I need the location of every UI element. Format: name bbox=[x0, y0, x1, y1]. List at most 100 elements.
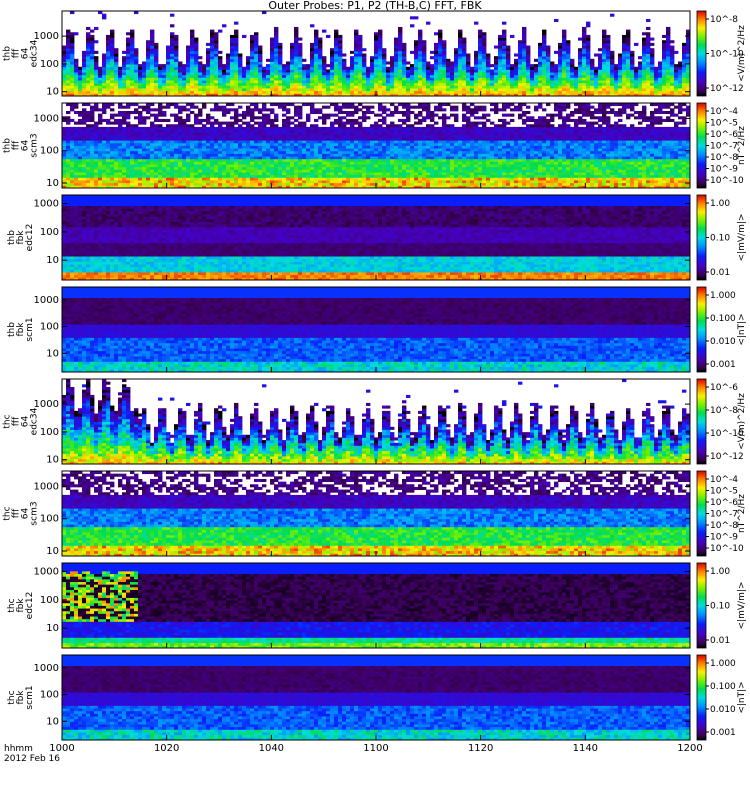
heatmap-cell bbox=[138, 83, 142, 86]
heatmap-cell bbox=[90, 72, 94, 75]
heatmap-cell bbox=[282, 80, 286, 83]
heatmap-cell bbox=[62, 88, 66, 91]
heatmap-cell bbox=[122, 64, 126, 67]
heatmap-cell bbox=[230, 40, 234, 43]
heatmap-cell bbox=[274, 48, 278, 51]
heatmap-cell bbox=[274, 80, 278, 83]
heatmap-cell bbox=[150, 56, 154, 59]
heatmap-cell bbox=[158, 80, 162, 83]
heatmap-cell bbox=[294, 48, 298, 51]
heatmap-cell bbox=[198, 75, 202, 78]
heatmap-cell bbox=[142, 91, 146, 94]
heatmap-cell bbox=[230, 59, 234, 62]
heatmap-cell bbox=[194, 59, 198, 62]
heatmap-cell bbox=[190, 83, 194, 86]
heatmap-cell bbox=[186, 64, 190, 67]
heatmap-cell bbox=[114, 91, 118, 94]
heatmap-cell bbox=[258, 91, 262, 94]
heatmap-cell bbox=[222, 72, 226, 75]
heatmap-cell bbox=[298, 59, 302, 62]
heatmap-cell bbox=[150, 32, 154, 35]
heatmap-cell bbox=[86, 91, 90, 94]
heatmap-cell bbox=[190, 32, 194, 35]
heatmap-cell bbox=[170, 85, 174, 88]
heatmap-cell bbox=[206, 85, 210, 88]
heatmap-cell bbox=[214, 46, 218, 49]
heatmap-cell bbox=[250, 46, 254, 49]
heatmap-cell bbox=[214, 72, 218, 75]
heatmap-cell bbox=[150, 46, 154, 49]
heatmap-cell bbox=[166, 56, 170, 59]
heatmap-cell bbox=[262, 67, 266, 70]
heatmap-cell bbox=[250, 48, 254, 51]
heatmap-cell bbox=[86, 59, 90, 62]
heatmap-cell bbox=[290, 64, 294, 67]
heatmap-cell bbox=[102, 72, 106, 75]
heatmap-cell bbox=[226, 72, 230, 75]
heatmap-cell bbox=[226, 56, 230, 59]
heatmap-cell bbox=[242, 91, 246, 94]
heatmap-cell bbox=[190, 64, 194, 67]
heatmap-cell bbox=[114, 61, 118, 64]
heatmap-cell bbox=[118, 75, 122, 78]
heatmap-cell bbox=[150, 61, 154, 64]
heatmap-cell bbox=[298, 48, 302, 51]
heatmap-cell bbox=[110, 91, 114, 94]
heatmap-cell bbox=[62, 46, 66, 49]
heatmap-cell bbox=[278, 56, 282, 59]
heatmap-cell bbox=[306, 88, 310, 91]
heatmap-cell bbox=[178, 75, 182, 78]
heatmap-cell bbox=[130, 88, 134, 91]
heatmap-cell bbox=[206, 59, 210, 62]
heatmap-cell bbox=[182, 91, 186, 94]
heatmap-cell bbox=[114, 69, 118, 72]
heatmap-cell bbox=[250, 38, 254, 41]
heatmap-cell bbox=[202, 72, 206, 75]
heatmap-cell bbox=[298, 61, 302, 64]
heatmap-cell bbox=[310, 91, 314, 94]
heatmap-cell bbox=[158, 91, 162, 94]
heatmap-cell bbox=[142, 80, 146, 83]
heatmap-cell bbox=[210, 56, 214, 59]
heatmap-cell bbox=[110, 88, 114, 91]
heatmap-cell bbox=[270, 85, 274, 88]
heatmap-cell bbox=[230, 72, 234, 75]
heatmap-cell bbox=[90, 91, 94, 94]
heatmap-cell bbox=[222, 67, 226, 70]
heatmap-cell bbox=[146, 69, 150, 72]
heatmap-cell bbox=[66, 59, 70, 62]
heatmap-cell bbox=[82, 88, 86, 91]
heatmap-cell bbox=[282, 88, 286, 91]
heatmap-cell bbox=[258, 48, 262, 51]
heatmap-cell bbox=[258, 80, 262, 83]
heatmap-cell bbox=[278, 43, 282, 46]
heatmap-cell bbox=[166, 46, 170, 49]
heatmap-cell bbox=[174, 46, 178, 49]
heatmap-cell bbox=[266, 91, 270, 94]
heatmap-cell bbox=[198, 69, 202, 72]
heatmap-cell bbox=[238, 83, 242, 86]
heatmap-cell bbox=[310, 54, 314, 57]
heatmap-cell bbox=[198, 91, 202, 94]
heatmap-cell bbox=[78, 69, 82, 72]
heatmap-cell bbox=[210, 35, 214, 38]
heatmap-cell bbox=[250, 83, 254, 86]
heatmap-cell bbox=[74, 80, 78, 83]
heatmap-cell bbox=[174, 43, 178, 46]
heatmap-cell bbox=[150, 69, 154, 72]
heatmap-cell bbox=[282, 72, 286, 75]
heatmap-cell bbox=[146, 59, 150, 62]
heatmap-cell bbox=[214, 77, 218, 80]
heatmap-cell bbox=[126, 32, 130, 35]
heatmap-cell bbox=[214, 35, 218, 38]
heatmap-cell bbox=[282, 85, 286, 88]
heatmap-cell bbox=[70, 51, 74, 54]
heatmap-cell bbox=[66, 88, 70, 91]
heatmap-cell bbox=[174, 80, 178, 83]
heatmap-cell bbox=[294, 27, 298, 30]
heatmap-cell bbox=[238, 88, 242, 91]
heatmap-cell bbox=[94, 80, 98, 83]
heatmap-cell bbox=[210, 48, 214, 51]
heatmap-cell bbox=[154, 61, 158, 64]
heatmap-cell bbox=[210, 32, 214, 35]
